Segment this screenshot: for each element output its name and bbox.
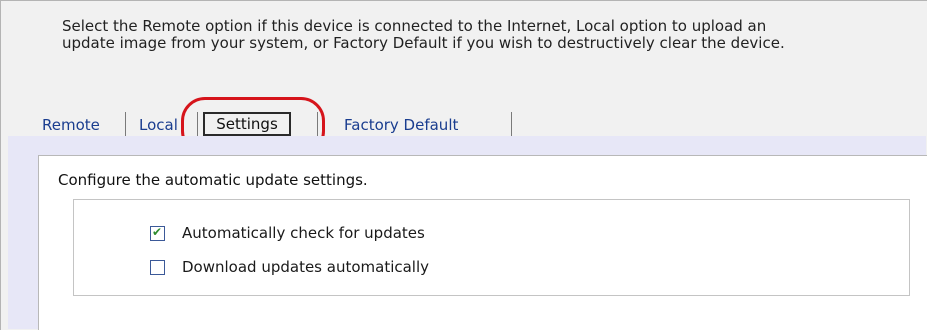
tab-strip: Remote Local Settings Factory Default bbox=[0, 108, 926, 136]
intro-text: Select the Remote option if this device … bbox=[62, 18, 912, 52]
auto-download-option[interactable]: Download updates automatically bbox=[150, 258, 429, 276]
auto-check-label: Automatically check for updates bbox=[182, 224, 425, 242]
auto-check-checkbox[interactable] bbox=[150, 225, 165, 241]
settings-title: Configure the automatic update settings. bbox=[58, 171, 368, 189]
tab-factory-default[interactable]: Factory Default bbox=[344, 116, 458, 134]
auto-download-label: Download updates automatically bbox=[182, 258, 430, 276]
options-box bbox=[73, 199, 910, 296]
auto-check-option[interactable]: Automatically check for updates bbox=[150, 224, 425, 242]
intro-line-1: Select the Remote option if this device … bbox=[62, 17, 767, 35]
auto-download-checkbox[interactable] bbox=[150, 259, 165, 275]
tab-local[interactable]: Local bbox=[139, 116, 178, 134]
tab-separator bbox=[125, 112, 126, 136]
tab-separator bbox=[511, 112, 512, 136]
tab-remote[interactable]: Remote bbox=[42, 116, 100, 134]
intro-line-2: update image from your system, or Factor… bbox=[62, 34, 785, 52]
